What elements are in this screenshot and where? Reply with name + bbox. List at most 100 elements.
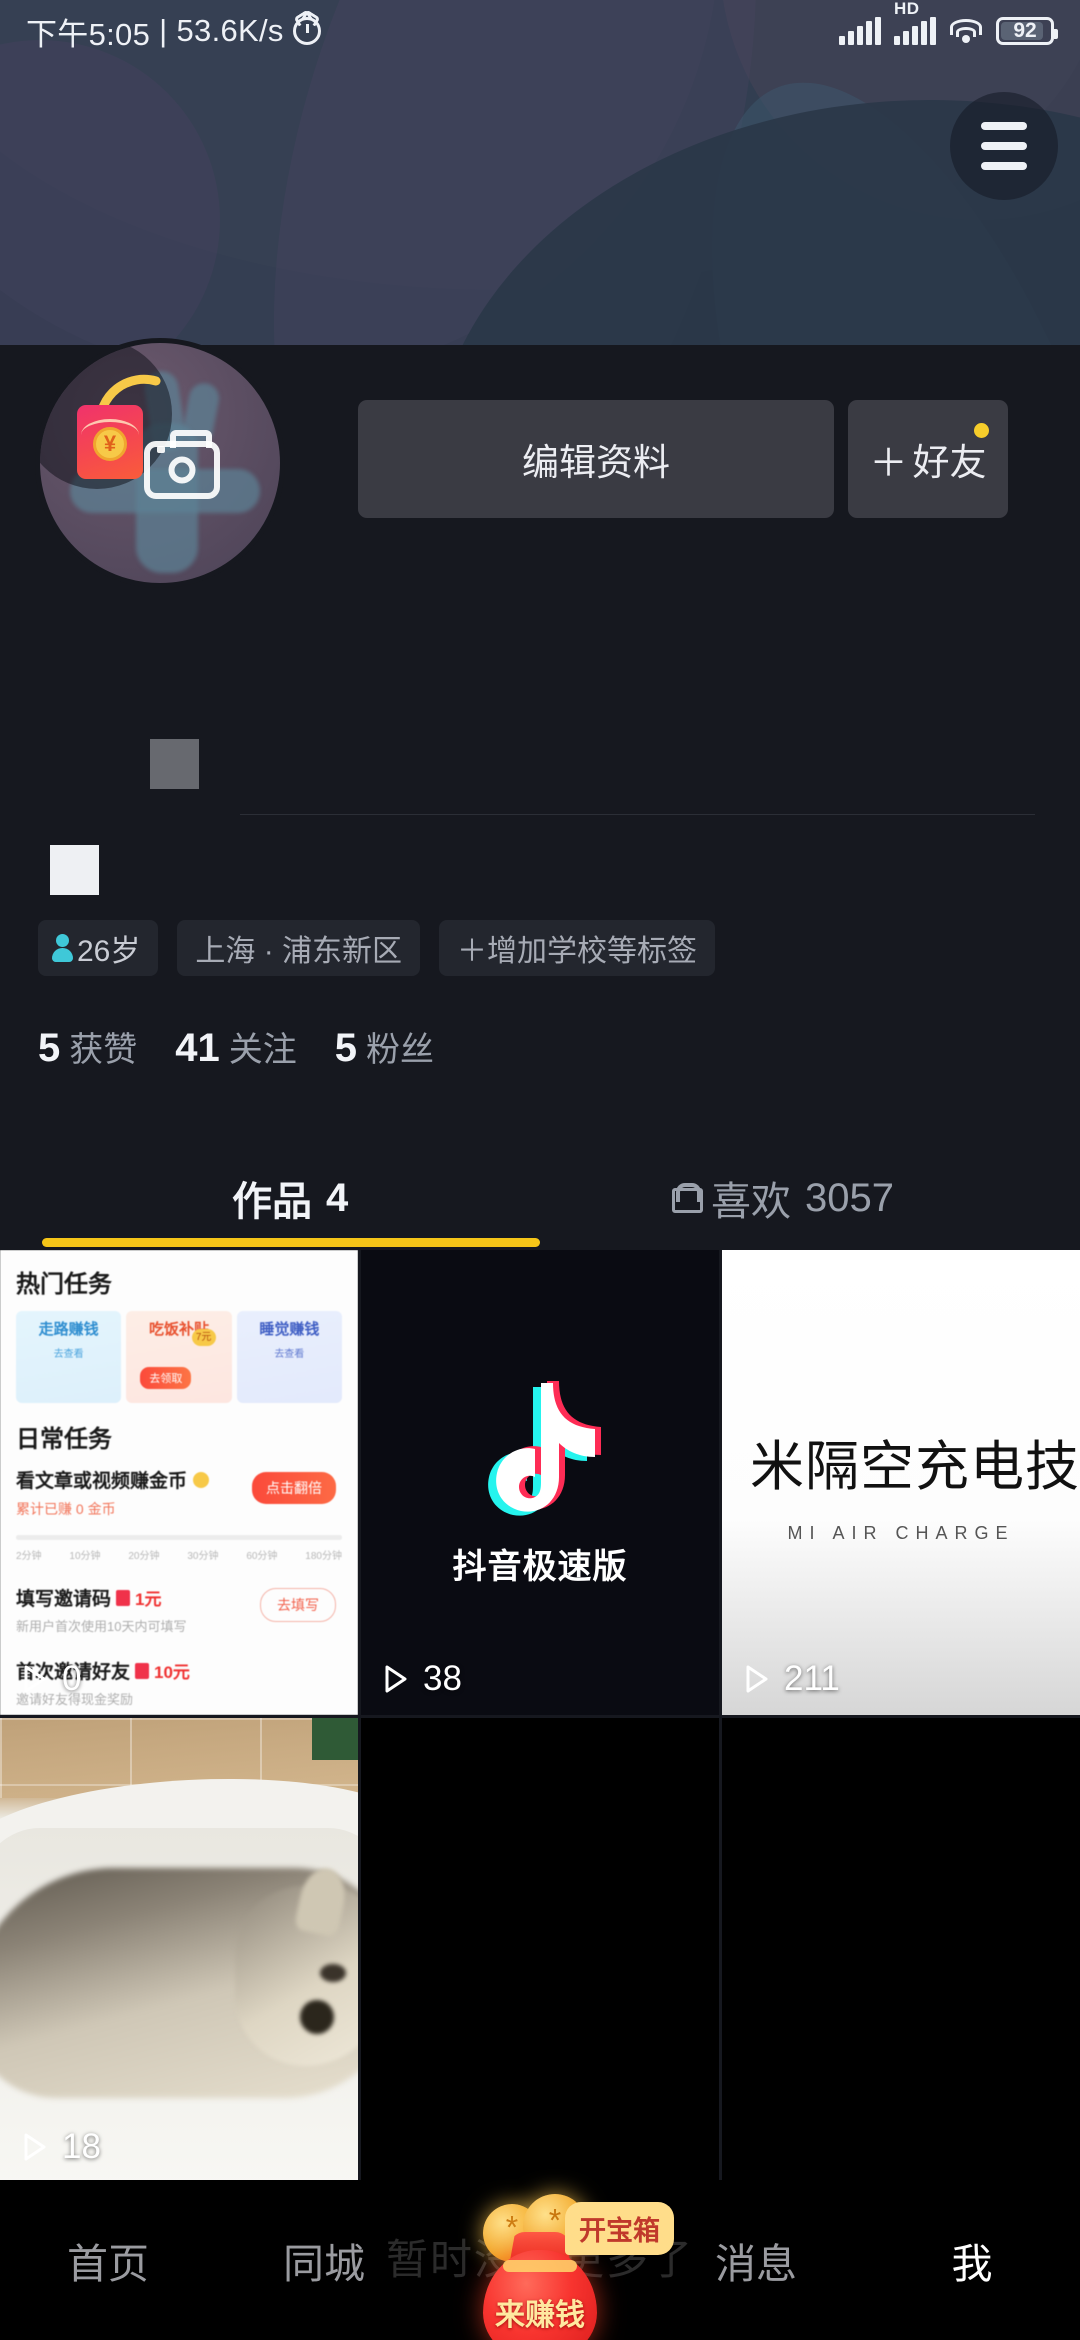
- task-progress-bar: [16, 1535, 342, 1540]
- stat-followers[interactable]: 5 粉丝: [335, 1022, 434, 1071]
- tick: 20分钟: [128, 1551, 160, 1562]
- douyin-label: 抖音极速版: [452, 1548, 628, 1586]
- add-friend-button[interactable]: ＋ 好友: [848, 400, 1008, 518]
- person-icon: [50, 933, 74, 963]
- task-card-bubble: 7元: [191, 1329, 216, 1346]
- video-grid-empty-cell: [361, 1718, 719, 2183]
- video-thumbnail-husky-bathtub[interactable]: 18: [0, 1718, 358, 2183]
- profile-tabs: 作品 4 喜欢 3057: [0, 1150, 1080, 1246]
- money-bag-icon[interactable]: 来赚钱 开宝箱: [469, 2194, 674, 2340]
- tab-works[interactable]: 作品 4: [232, 1150, 348, 1246]
- play-count-value: 0: [62, 1659, 82, 1698]
- tag-location[interactable]: 上海 · 浦东新区: [177, 920, 421, 976]
- status-bar-left: 下午5:05 | 53.6K/s: [26, 9, 321, 54]
- tick: 60分钟: [246, 1551, 278, 1562]
- red-packet-icon: [135, 1662, 150, 1679]
- task-money: 10元: [154, 1663, 190, 1682]
- battery-icon: 92: [996, 17, 1058, 45]
- play-count-value: 211: [784, 1659, 840, 1698]
- notification-dot-badge: [974, 423, 989, 438]
- hamburger-menu-icon[interactable]: [950, 92, 1058, 200]
- play-count: 0: [16, 1659, 81, 1699]
- task-button: 去填写: [260, 1588, 336, 1622]
- mi-title: 米隔空充电技: [750, 1436, 1080, 1497]
- video-grid-empty-cell: [722, 1718, 1080, 2183]
- play-icon: [377, 1662, 411, 1696]
- hd-label: HD: [894, 0, 920, 18]
- profile-actions: 编辑资料 ＋ 好友: [358, 400, 1008, 518]
- task-money: 1元: [135, 1590, 162, 1609]
- status-time: 下午5:05: [26, 16, 151, 52]
- money-bag-label: 来赚钱: [495, 2299, 585, 2332]
- daily-task-row: 填写邀请码 1元 新用户首次使用10天内可填写 去填写: [16, 1584, 342, 1635]
- status-bar-right: HD 92: [839, 0, 1058, 45]
- profile-tags: 26岁 上海 · 浦东新区 ＋增加学校等标签: [38, 920, 716, 976]
- tab-active-indicator: [42, 1238, 540, 1247]
- task-cards: 走路赚钱 去查看 吃饭补贴 7元 去领取 睡觉赚钱 去查看: [16, 1311, 342, 1403]
- video-grid: 热门任务 走路赚钱 去查看 吃饭补贴 7元 去领取 睡觉赚钱 去查看 日常任务 …: [0, 1250, 1080, 2183]
- bottom-navigation-bar: 暂时没有更多了 首页 同城 来赚钱 开宝箱 消息 我: [0, 2180, 1080, 2340]
- hd-signal-icon: HD: [894, 0, 936, 45]
- tick: 180分钟: [305, 1551, 342, 1562]
- add-friend-label: 好友: [912, 442, 987, 483]
- red-packet-icon: ¥: [77, 405, 143, 479]
- tab-likes[interactable]: 喜欢 3057: [672, 1150, 894, 1246]
- play-count-value: 18: [62, 2127, 101, 2166]
- avatar[interactable]: ¥: [35, 338, 285, 588]
- divider: [240, 814, 1035, 815]
- tag-age-label: 26岁: [77, 935, 141, 968]
- red-packet-currency: ¥: [93, 427, 127, 461]
- play-count: 211: [738, 1659, 840, 1699]
- nav-item-nearby[interactable]: 同城: [216, 2230, 432, 2290]
- stat-followers-label: 粉丝: [366, 1031, 434, 1069]
- task-card-action: 去领取: [140, 1367, 192, 1389]
- tick: 2分钟: [16, 1551, 42, 1562]
- task-card: 走路赚钱 去查看: [16, 1311, 122, 1403]
- video-thumbnail-task-app[interactable]: 热门任务 走路赚钱 去查看 吃饭补贴 7元 去领取 睡觉赚钱 去查看 日常任务 …: [0, 1250, 358, 1715]
- hot-tasks-title: 热门任务: [16, 1271, 112, 1298]
- status-bar: 下午5:05 | 53.6K/s HD 92: [0, 0, 1080, 62]
- tick: 10分钟: [69, 1551, 101, 1562]
- treasure-box-badge[interactable]: 开宝箱: [565, 2202, 674, 2255]
- tab-works-label: 作品: [232, 1180, 312, 1224]
- stat-following-count: 41: [175, 1026, 220, 1070]
- play-count: 38: [377, 1659, 462, 1699]
- tab-works-count: 4: [326, 1175, 349, 1220]
- nav-item-messages[interactable]: 消息: [648, 2230, 864, 2290]
- stat-likes[interactable]: 5 获赞: [38, 1022, 137, 1071]
- stat-following-label: 关注: [228, 1031, 297, 1069]
- nav-item-me[interactable]: 我: [864, 2230, 1080, 2290]
- video-thumbnail-mi-air-charge[interactable]: 米隔空充电技 MI AIR CHARGE 211: [722, 1250, 1080, 1715]
- task-card: 睡觉赚钱 去查看: [236, 1311, 342, 1403]
- coin-icon: [193, 1471, 210, 1488]
- daily-task-row: 看文章或视频赚金币 累计已赚 0 金币 点击翻倍 2分钟 10分钟 20分钟 3…: [16, 1466, 342, 1562]
- play-count-value: 38: [423, 1659, 462, 1698]
- battery-level: 92: [1013, 19, 1037, 42]
- wifi-icon: [949, 19, 983, 45]
- lock-icon: [672, 1183, 703, 1213]
- mi-subtitle: MI AIR CHARGE: [787, 1522, 1015, 1543]
- task-progress-ticks: 2分钟 10分钟 20分钟 30分钟 60分钟 180分钟: [16, 1547, 342, 1562]
- play-icon: [16, 2130, 50, 2164]
- nav-item-home[interactable]: 首页: [0, 2230, 216, 2290]
- alarm-clock-icon: [292, 17, 321, 45]
- task-card-title: 睡觉赚钱: [259, 1321, 320, 1338]
- tick: 30分钟: [187, 1551, 219, 1562]
- task-title: 看文章或视频赚金币: [16, 1471, 188, 1492]
- stat-likes-count: 5: [38, 1026, 61, 1070]
- video-thumbnail-douyin-lite[interactable]: 抖音极速版 38: [361, 1250, 719, 1715]
- task-card-action: 去查看: [274, 1349, 305, 1360]
- daily-tasks-title: 日常任务: [16, 1426, 112, 1453]
- tag-age[interactable]: 26岁: [38, 920, 159, 976]
- mi-air-charge-content: 米隔空充电技 MI AIR CHARGE: [722, 1250, 1080, 1715]
- stat-following[interactable]: 41 关注: [175, 1022, 297, 1071]
- task-app-content: 热门任务 走路赚钱 去查看 吃饭补贴 7元 去领取 睡觉赚钱 去查看 日常任务 …: [0, 1250, 358, 1715]
- tab-likes-count: 3057: [805, 1175, 894, 1220]
- profile-stats: 5 获赞 41 关注 5 粉丝: [38, 1022, 434, 1071]
- plus-icon: ＋: [869, 442, 908, 485]
- play-count: 18: [16, 2127, 101, 2167]
- status-separator: |: [159, 13, 168, 48]
- tab-likes-label: 喜欢: [711, 1180, 791, 1224]
- edit-profile-button[interactable]: 编辑资料: [358, 400, 834, 518]
- tag-add-school[interactable]: ＋增加学校等标签: [439, 920, 716, 976]
